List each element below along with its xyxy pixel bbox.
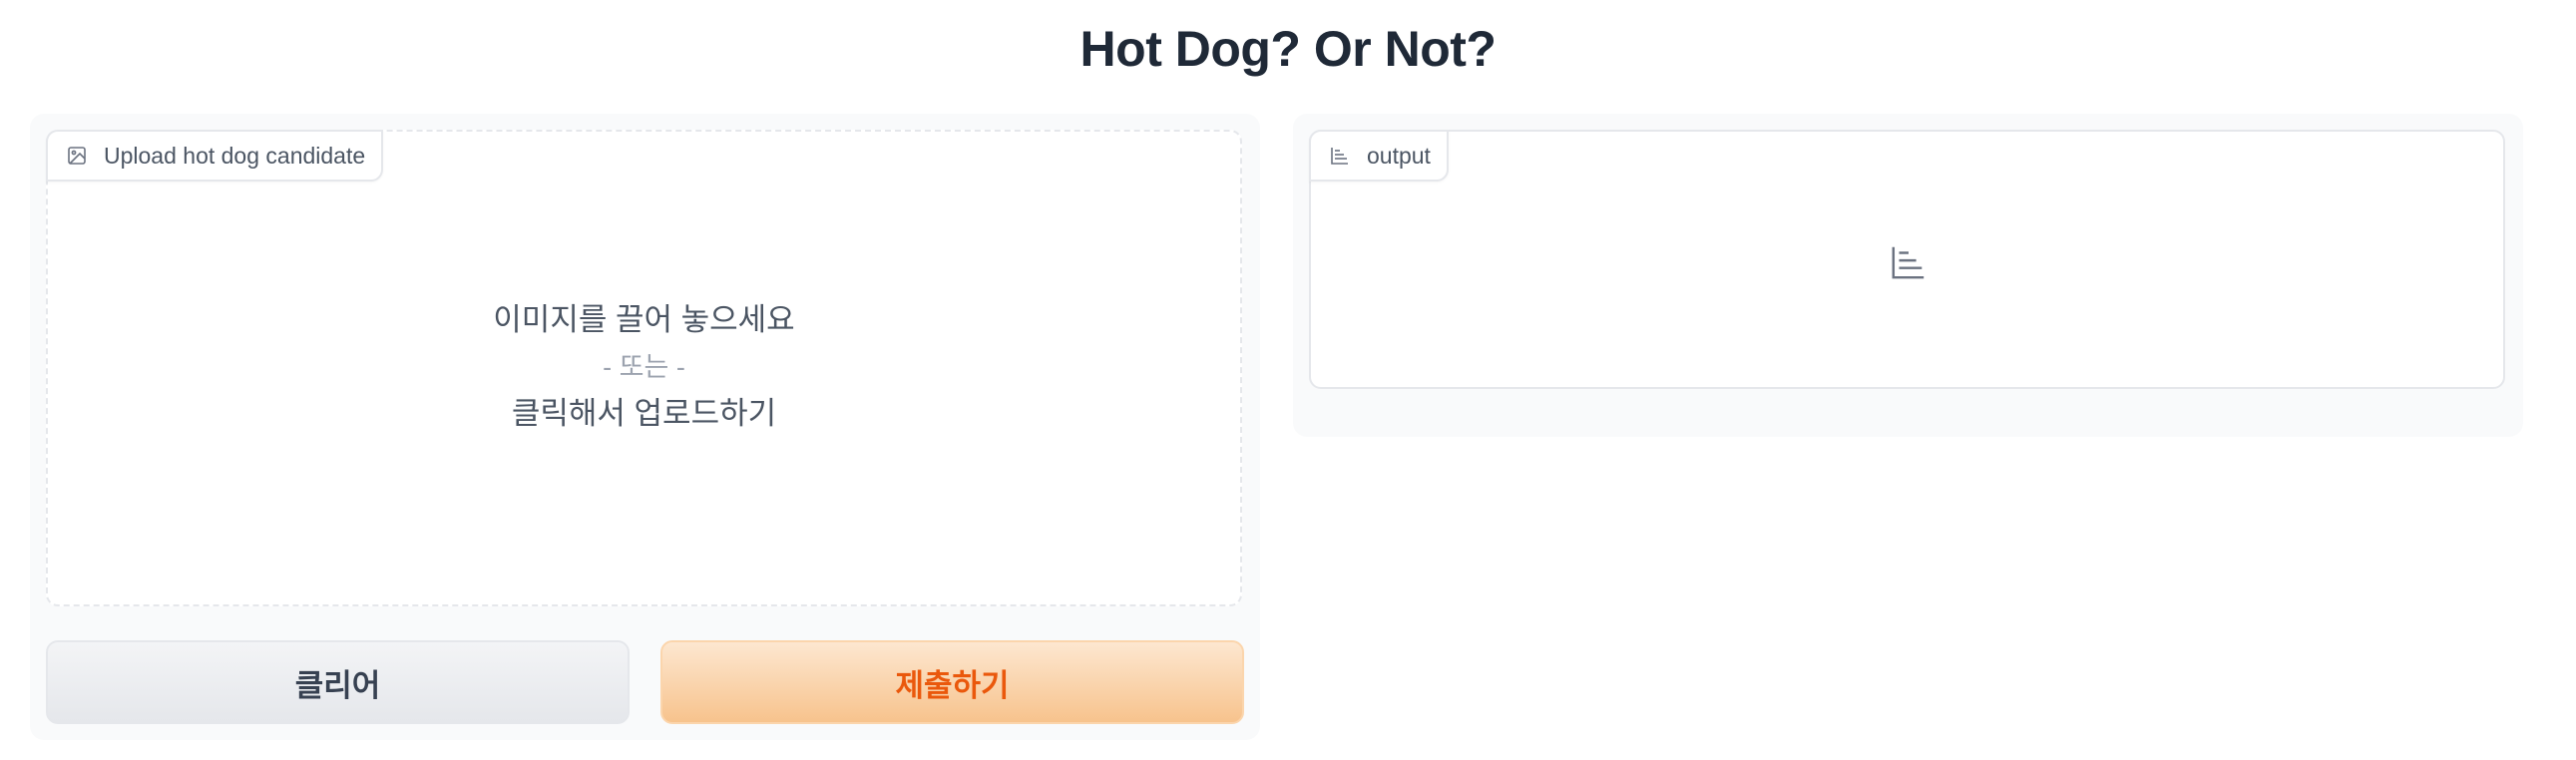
submit-button[interactable]: 제출하기 <box>660 640 1244 724</box>
image-upload-dropzone[interactable]: Upload hot dog candidate 이미지를 끌어 놓으세요 - … <box>46 130 1242 606</box>
output-label: output <box>1367 142 1431 169</box>
click-upload-text: 클릭해서 업로드하기 <box>511 396 777 431</box>
input-panel: Upload hot dog candidate 이미지를 끌어 놓으세요 - … <box>30 114 1260 740</box>
output-label-box: output <box>1309 130 2505 389</box>
or-text: - 또는 - <box>603 352 685 382</box>
output-panel: output <box>1293 114 2523 437</box>
page-title: Hot Dog? Or Not? <box>1079 21 1497 77</box>
page: Hot Dog? Or Not? Upload hot dog candidat… <box>0 0 2576 760</box>
input-label: Upload hot dog candidate <box>104 142 366 169</box>
clear-button[interactable]: 클리어 <box>46 640 630 724</box>
bar-chart-placeholder-icon <box>1890 243 1928 281</box>
upload-instructions: 이미지를 끌어 놓으세요 - 또는 - 클릭해서 업로드하기 <box>48 297 1240 437</box>
drop-text: 이미지를 끌어 놓으세요 <box>493 302 795 337</box>
bar-chart-icon <box>1329 145 1351 167</box>
output-label-tab: output <box>1309 130 1449 182</box>
image-icon <box>66 145 88 167</box>
input-label-tab: Upload hot dog candidate <box>46 130 384 182</box>
